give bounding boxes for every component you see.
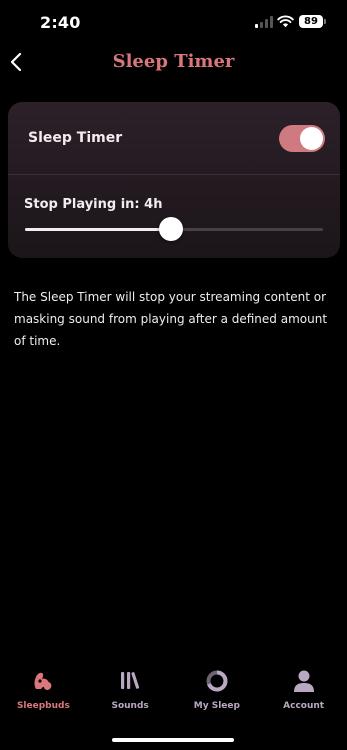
wifi-icon — [277, 15, 294, 28]
home-indicator — [112, 738, 234, 742]
tab-my-sleep[interactable]: My Sleep — [174, 668, 261, 718]
sleepbuds-icon — [30, 668, 56, 694]
battery-indicator: 89 — [299, 15, 323, 28]
sleep-timer-toggle[interactable] — [279, 125, 325, 152]
sleep-timer-toggle-row: Sleep Timer — [8, 102, 340, 174]
tab-label: My Sleep — [193, 701, 240, 711]
tab-sounds[interactable]: Sounds — [87, 668, 174, 718]
tab-bar: Sleepbuds Sounds My Sleep Account — [0, 668, 347, 718]
tab-account[interactable]: Account — [260, 668, 347, 718]
tab-label: Sounds — [111, 701, 149, 711]
stop-playing-slider[interactable] — [25, 217, 323, 241]
person-icon — [291, 668, 317, 694]
sleep-ring-icon — [204, 668, 230, 694]
slider-thumb[interactable] — [159, 217, 184, 241]
tab-sleepbuds[interactable]: Sleepbuds — [0, 668, 87, 718]
header: Sleep Timer — [0, 42, 347, 82]
status-time: 2:40 — [40, 13, 81, 32]
slider-fill — [25, 228, 172, 231]
card-divider — [8, 174, 340, 175]
sleep-timer-toggle-label: Sleep Timer — [28, 130, 123, 146]
status-bar: 2:40 89 — [0, 0, 347, 46]
battery-tip — [324, 19, 326, 24]
toggle-knob — [300, 127, 323, 150]
sleep-timer-description: The Sleep Timer will stop your streaming… — [14, 290, 328, 348]
tab-label: Sleepbuds — [16, 701, 70, 711]
tab-label: Account — [283, 701, 325, 711]
cellular-signal-icon — [255, 16, 273, 28]
page-title: Sleep Timer — [112, 51, 235, 72]
stop-playing-label: Stop Playing in: 4h — [24, 197, 163, 212]
library-icon — [117, 668, 143, 694]
sleep-timer-card: Sleep Timer Stop Playing in: 4h — [8, 102, 340, 258]
